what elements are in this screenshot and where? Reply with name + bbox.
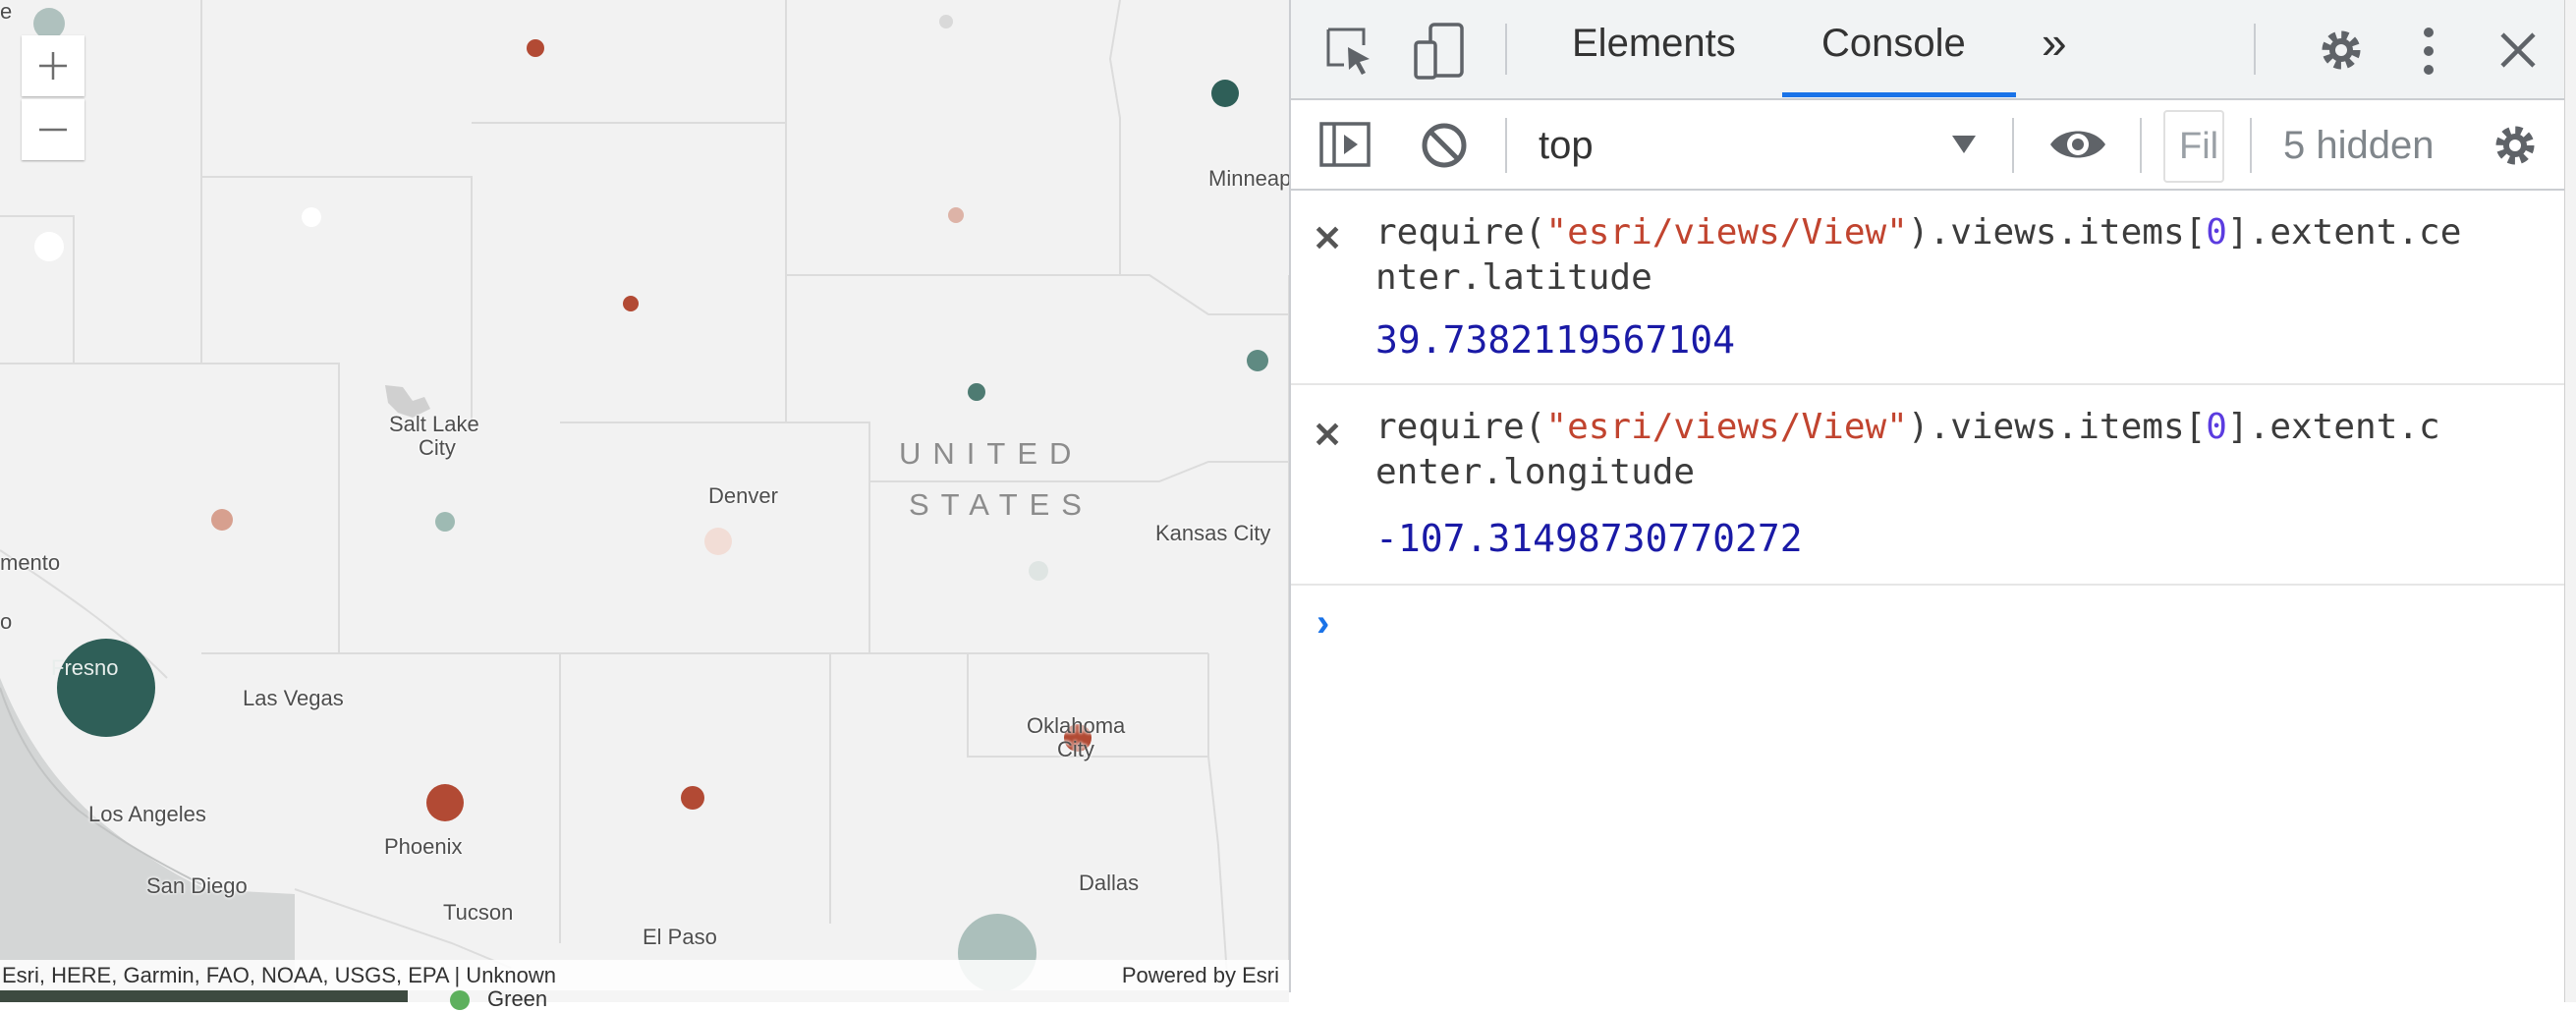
console-result[interactable]: -107.31498730770272 [1375,517,1803,560]
city-label-kansas-city: Kansas City [1155,521,1271,545]
attribution-text[interactable]: Esri, HERE, Garmin, FAO, NOAA, USGS, EPA… [2,963,556,988]
console-toolbar: top Fil 5 hidden [1291,100,2566,191]
cmd-suffix: ].extent.c [2226,407,2440,447]
zoom-in-button[interactable] [22,35,84,96]
toolbar-separator [2012,118,2014,173]
powered-by-esri[interactable]: Powered by Esri [1122,963,1279,988]
city-label-dallas: Dallas [1079,871,1140,895]
toolbar-separator [1505,118,1507,173]
more-tabs-button[interactable]: » [2042,16,2067,69]
map-view[interactable]: Minneap Salt Lake City Denver UNITED STA… [0,0,1289,990]
cmd-string: "esri/views/View" [1545,407,1908,447]
dropdown-arrow-icon[interactable] [1949,130,1979,159]
settings-gear-icon[interactable] [2315,24,2368,77]
city-label-los-angeles: Los Angeles [88,802,206,826]
city-label-salt-lake-city: City [419,435,456,460]
console-settings-gear-icon[interactable] [2488,118,2543,173]
console-command[interactable]: require("esri/views/View").views.items[0… [1375,405,2440,495]
city-label-denver: Denver [708,483,778,508]
zoom-out-button[interactable] [22,99,84,160]
filter-input[interactable]: Fil [2163,110,2224,183]
active-tab-indicator [1782,92,2016,97]
tab-console[interactable]: Console [1821,22,1966,66]
cmd-string: "esri/views/View" [1545,212,1908,253]
toolbar-separator [2250,118,2252,173]
city-label-sacramento: mento [0,550,61,575]
cmd-suffix: ].extent.ce [2226,212,2462,253]
plus-icon [39,52,67,80]
city-label-oklahoma-city: City [1057,737,1094,761]
city-label-phoenix: Phoenix [384,834,463,859]
console-entry: ✕ require("esri/views/View").views.items… [1291,385,2566,586]
toolbar-separator [1505,24,1507,75]
entry-command-icon: ✕ [1313,415,1343,455]
hidden-messages-count[interactable]: 5 hidden [2283,124,2434,168]
cmd-line2: enter.longitude [1375,452,1696,492]
city-label-oklahoma: Oklahoma [1027,713,1126,738]
city-label-salt-lake: Salt Lake [389,412,479,436]
city-label-minneapolis: Minneap [1208,166,1289,191]
cmd-mid: ).views.items[ [1907,407,2207,447]
city-label-tucson: Tucson [443,900,514,925]
basemap [0,0,1289,990]
cmd-prefix: require( [1375,212,1546,253]
live-expression-eye-icon[interactable] [2047,122,2108,167]
page-scrollbar-edge [2564,0,2576,1002]
more-vert-icon[interactable] [2411,24,2446,79]
sidebar-toggle-icon[interactable] [1316,118,1373,171]
console-command[interactable]: require("esri/views/View").views.items[0… [1375,210,2461,301]
devtools-panel: Elements Console » top Fil 5 hidden ✕ re… [1289,0,2566,992]
console-prompt[interactable]: › [1316,601,1329,646]
city-label-edge-top: e [0,0,13,24]
filter-placeholder: Fil [2179,126,2219,167]
toolbar-separator [2140,118,2142,173]
country-label-line1: UNITED [899,436,1084,471]
tab-elements[interactable]: Elements [1572,22,1736,66]
city-label-el-paso: El Paso [643,925,717,949]
context-selector[interactable]: top [1539,124,1594,168]
close-icon[interactable] [2495,28,2541,73]
console-entry: ✕ require("esri/views/View").views.items… [1291,191,2566,385]
cmd-line2: nter.latitude [1375,257,1652,298]
city-label-fresno: Fresno [51,655,119,680]
devtools-toolbar: Elements Console » [1291,0,2566,100]
country-label-line2: STATES [909,487,1093,522]
clear-console-icon[interactable] [1417,118,1472,173]
cmd-index: 0 [2206,407,2227,447]
device-toolbar-icon[interactable] [1411,22,1468,81]
legend-label: Green [487,986,548,1011]
city-label-las-vegas: Las Vegas [243,686,344,710]
city-label-san-diego: San Diego [146,873,248,898]
cmd-mid: ).views.items[ [1907,212,2207,253]
inspect-element-icon[interactable] [1322,24,1377,79]
city-label-edge: o [0,609,13,634]
cmd-index: 0 [2206,212,2227,253]
minus-icon [39,128,67,132]
console-result[interactable]: 39.7382119567104 [1375,318,1735,362]
thumbnail-image [0,990,408,1002]
legend-swatch [450,990,470,1010]
cmd-prefix: require( [1375,407,1546,447]
entry-command-icon: ✕ [1313,218,1343,258]
toolbar-separator [2254,24,2256,75]
